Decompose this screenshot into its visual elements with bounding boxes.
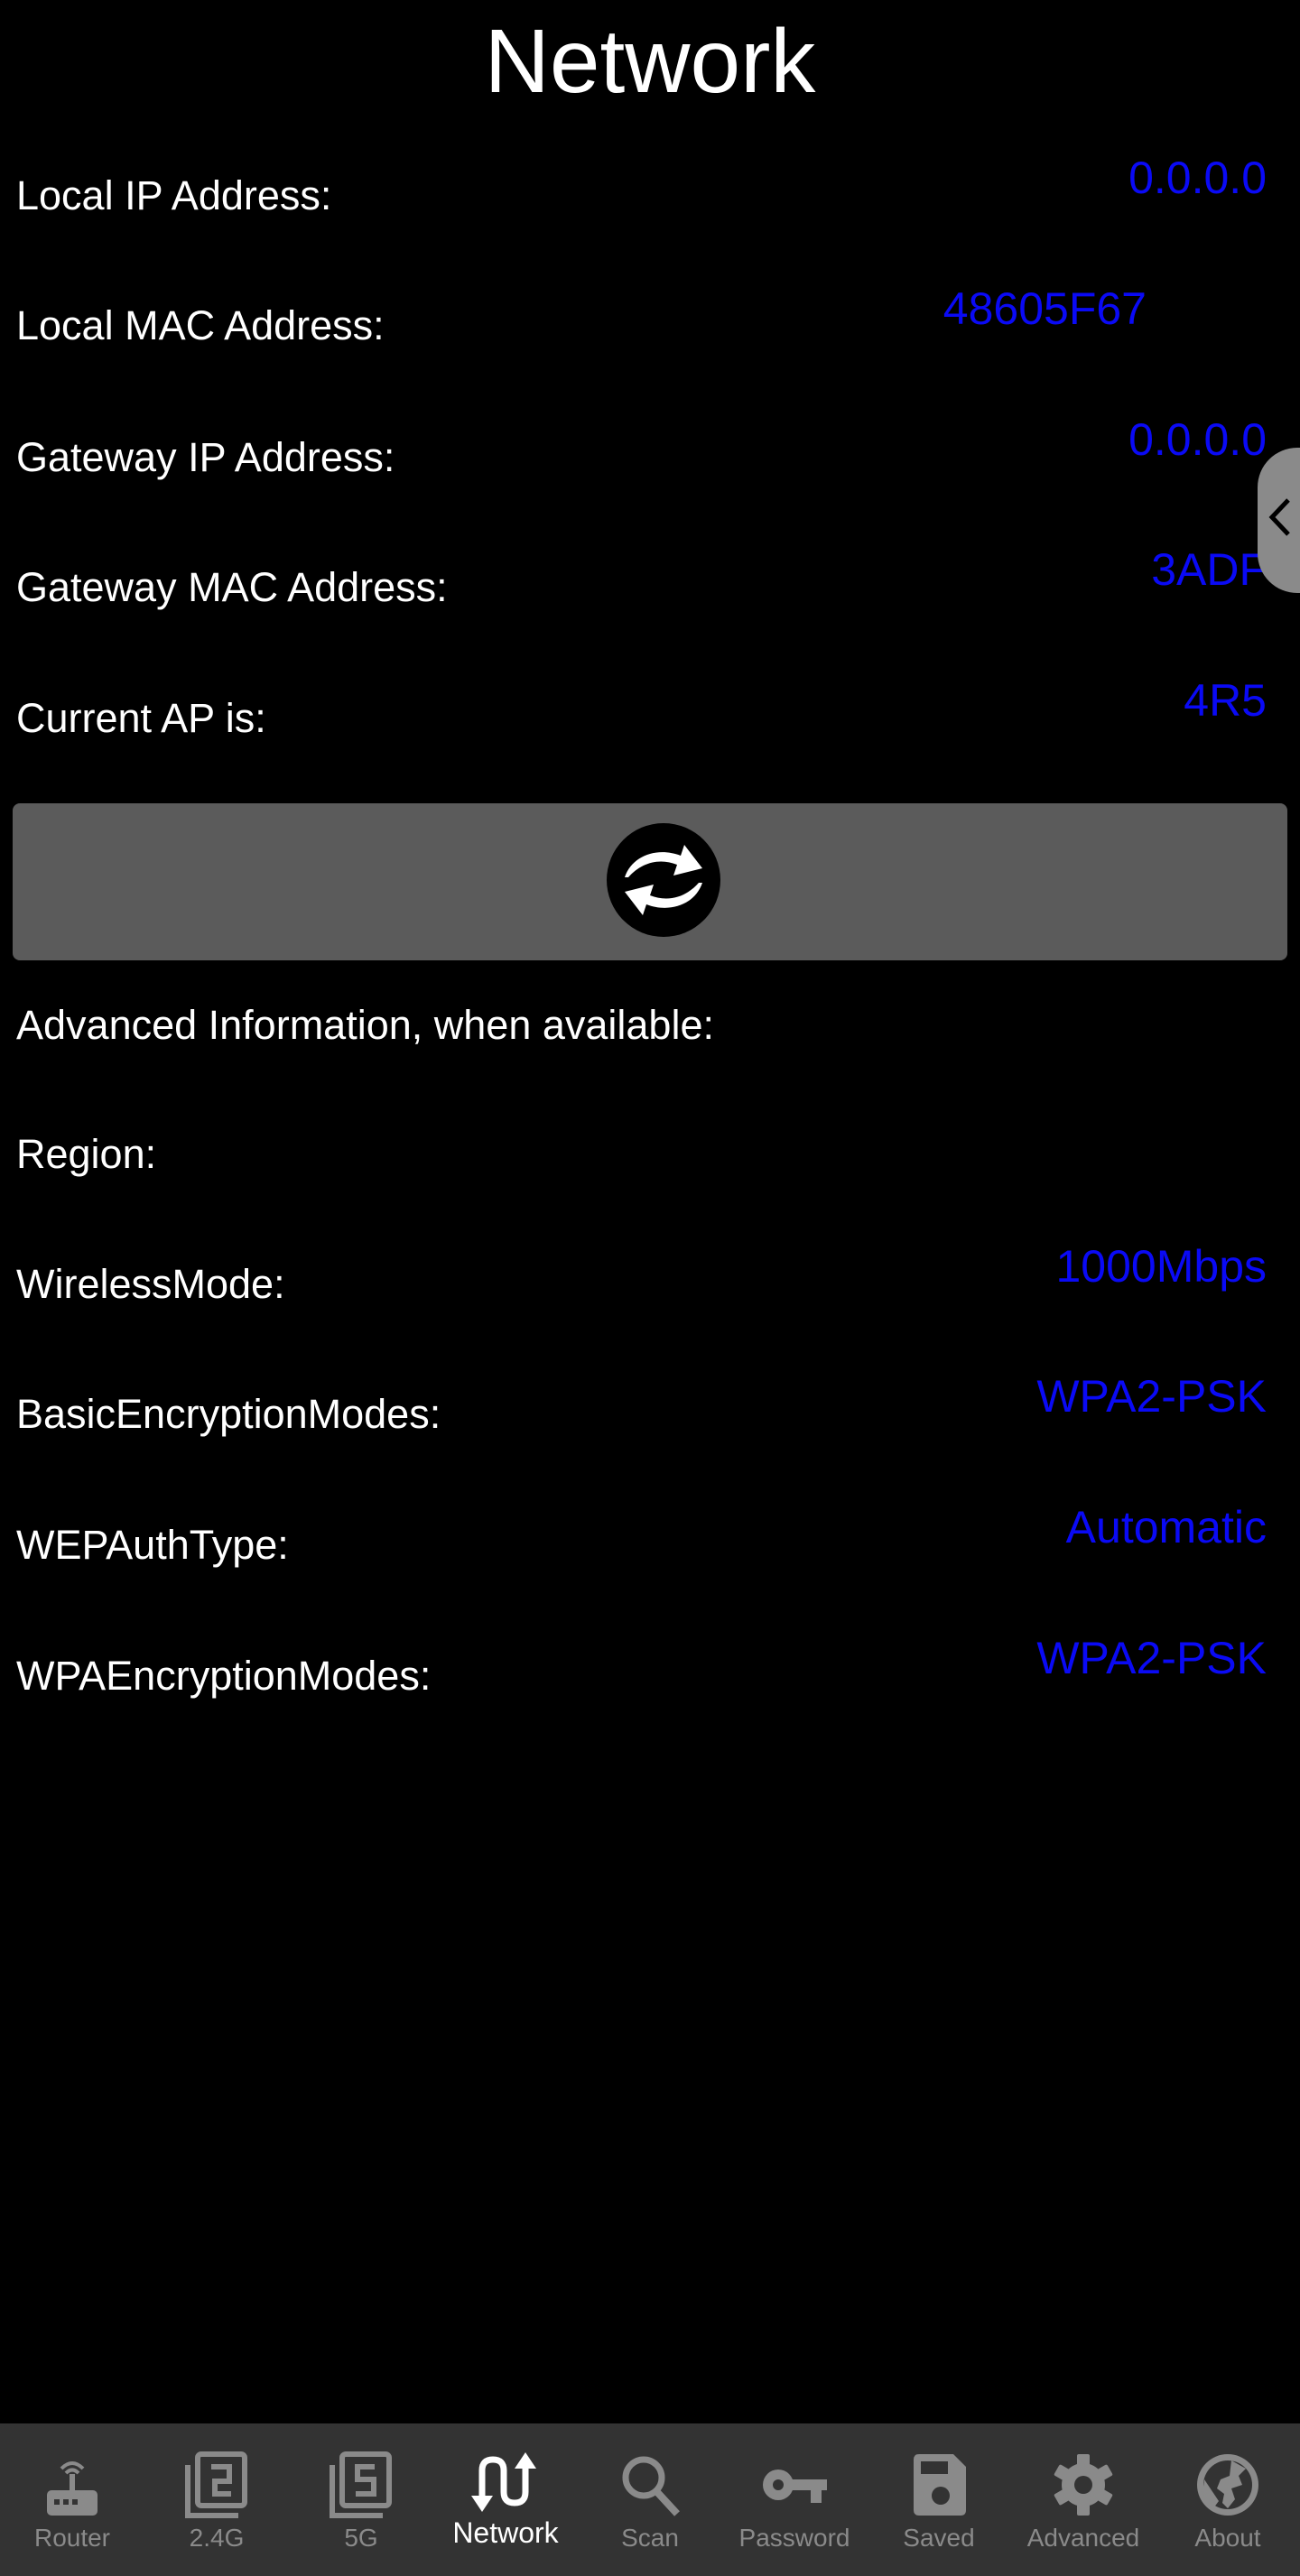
current-ap-value: 4R5 <box>1184 675 1267 726</box>
nav-item-network[interactable]: Network <box>433 2423 578 2576</box>
basic-encryption-value: WPA2-PSK <box>1036 1371 1267 1422</box>
region-label: Region: <box>16 1131 157 1177</box>
nav-item-saved[interactable]: Saved <box>867 2423 1011 2576</box>
nav-label-saved: Saved <box>903 2524 975 2552</box>
gateway-mac-label: Gateway MAC Address: <box>16 564 448 610</box>
filter-2-icon <box>185 2451 247 2518</box>
local-mac-label: Local MAC Address: <box>16 302 385 348</box>
wep-auth-type-label: WEPAuthType: <box>16 1522 289 1568</box>
save-icon <box>914 2454 966 2516</box>
nav-label-network: Network <box>452 2516 559 2549</box>
local-ip-label: Local IP Address: <box>16 172 332 218</box>
nav-label-2-4g: 2.4G <box>189 2524 245 2552</box>
key-icon <box>763 2469 827 2503</box>
nav-item-router[interactable]: Router <box>0 2423 144 2576</box>
nav-item-about[interactable]: About <box>1156 2423 1300 2576</box>
advanced-heading: Advanced Information, when available: <box>16 1002 714 1048</box>
chevron-left-icon <box>1268 498 1290 536</box>
wpa-encryption-value: WPA2-PSK <box>1036 1633 1267 1683</box>
bottom-nav: Router 2.4G 5G Network Scan Password Sav… <box>0 2423 1300 2576</box>
local-mac-value: 48605F67 <box>942 283 1147 334</box>
refresh-button[interactable] <box>13 803 1287 960</box>
gateway-mac-value: 3ADF <box>1151 544 1267 595</box>
nav-item-5g[interactable]: 5G <box>289 2423 433 2576</box>
nav-label-5g: 5G <box>344 2524 378 2552</box>
nav-item-scan[interactable]: Scan <box>578 2423 722 2576</box>
page-title: Network <box>484 11 816 112</box>
wireless-mode-label: WirelessMode: <box>16 1261 285 1307</box>
router-icon <box>47 2461 98 2516</box>
wep-auth-type-value: Automatic <box>1065 1502 1267 1552</box>
nav-item-password[interactable]: Password <box>722 2423 867 2576</box>
globe-icon <box>1197 2454 1258 2516</box>
search-icon <box>622 2456 680 2516</box>
nav-item-advanced[interactable]: Advanced <box>1011 2423 1156 2576</box>
swap-calls-icon <box>471 2452 536 2512</box>
basic-encryption-label: BasicEncryptionModes: <box>16 1391 441 1437</box>
wpa-encryption-label: WPAEncryptionModes: <box>16 1653 432 1699</box>
nav-label-password: Password <box>738 2524 850 2552</box>
nav-label-about: About <box>1194 2524 1261 2552</box>
local-ip-value: 0.0.0.0 <box>1128 153 1267 203</box>
gateway-ip-value: 0.0.0.0 <box>1128 414 1267 465</box>
side-panel-handle[interactable] <box>1258 448 1300 593</box>
nav-label-router: Router <box>33 2524 111 2552</box>
gear-icon <box>1054 2454 1113 2516</box>
filter-5-icon <box>330 2451 392 2518</box>
refresh-icon <box>607 823 720 937</box>
nav-label-advanced: Advanced <box>1026 2524 1140 2552</box>
nav-label-scan: Scan <box>621 2524 679 2552</box>
current-ap-label: Current AP is: <box>16 695 266 741</box>
wireless-mode-value: 1000Mbps <box>1055 1241 1268 1292</box>
gateway-ip-label: Gateway IP Address: <box>16 434 395 480</box>
nav-item-2-4g[interactable]: 2.4G <box>144 2423 289 2576</box>
